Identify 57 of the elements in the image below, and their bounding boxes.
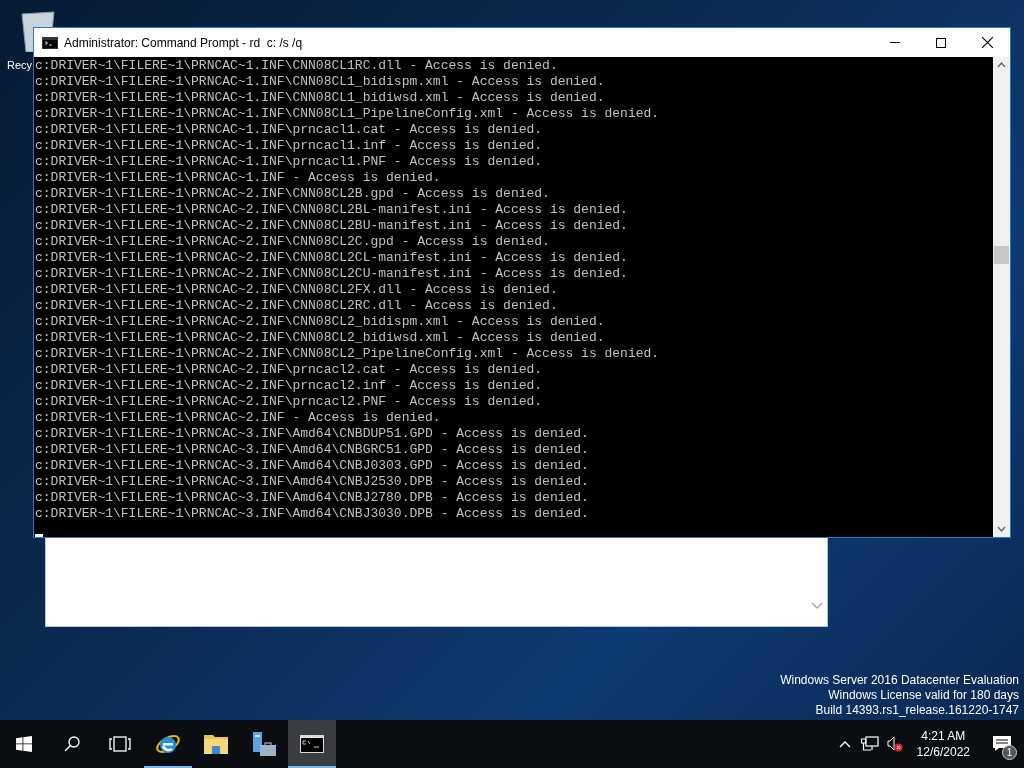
console-line: c:DRIVER~1\FILERE~1\PRNCAC~2.INF\CNN08CL2CU-manifest.ini - Access is denied. (35, 266, 628, 282)
minimize-icon (890, 42, 900, 43)
edition-text: Windows License valid for 180 days (828, 688, 1019, 703)
console-line: c:DRIVER~1\FILERE~1\PRNCAC~3.INF\Amd64\CNBGRC51.GPD - Access is denied. (35, 442, 589, 458)
edition-text: Windows Server 2016 Datacenter Evaluation (780, 673, 1019, 688)
chevron-up-icon[interactable] (838, 740, 851, 748)
console-line: c:DRIVER~1\FILERE~1\PRNCAC~3.INF\Amd64\CNBDUP51.GPD - Access is denied. (35, 426, 589, 442)
console-line: c:DRIVER~1\FILERE~1\PRNCAC~2.INF\prncacl2.inf - Access is denied. (35, 378, 543, 394)
console-line: c:DRIVER~1\FILERE~1\PRNCAC~1.INF\prncacl1.inf - Access is denied. (35, 138, 543, 154)
console-line: c:DRIVER~1\FILERE~1\PRNCAC~1.INF\CNN08CL1_bidispm.xml - Access is denied. (35, 74, 605, 90)
task-view-icon (109, 736, 131, 752)
console-line: c:DRIVER~1\FILERE~1\PRNCAC~3.INF\Amd64\CNBJ3030.DPB - Access is denied. (35, 506, 589, 522)
console-line: c:DRIVER~1\FILERE~1\PRNCAC~2.INF\CNN08CL2FX.dll - Access is denied. (35, 282, 558, 298)
running-indicator (288, 766, 336, 768)
speaker-muted-icon[interactable] (886, 736, 903, 752)
clock-time[interactable]: 4:21 AM (921, 728, 966, 744)
taskbar-button[interactable] (288, 720, 336, 768)
network-icon[interactable] (860, 736, 879, 752)
console-line: c:DRIVER~1\FILERE~1\PRNCAC~2.INF\CNN08CL2CL-manifest.ini - Access is denied. (35, 250, 628, 266)
windows-logo-icon (16, 736, 32, 752)
console-line: c:DRIVER~1\FILERE~1\PRNCAC~2.INF\prncacl2.PNF - Access is denied. (35, 394, 543, 410)
notification-count: 1 (1002, 745, 1017, 760)
console-line: c:DRIVER~1\FILERE~1\PRNCAC~1.INF\CNN08CL1_PipelineConfig.xml - Access is denied. (35, 106, 660, 122)
console-line: c:DRIVER~1\FILERE~1\PRNCAC~2.INF\CNN08CL2RC.dll - Access is denied. (35, 298, 558, 314)
scroll-down-icon[interactable] (997, 526, 1006, 532)
scrollbar[interactable] (993, 57, 1010, 537)
console-line: c:DRIVER~1\FILERE~1\PRNCAC~1.INF - Access is denied. (35, 170, 441, 186)
search-icon (64, 736, 80, 752)
running-indicator (144, 766, 192, 768)
console-app-icon (42, 36, 58, 49)
console-line: c:DRIVER~1\FILERE~1\PRNCAC~2.INF\CNN08CL2BL-manifest.ini - Access is denied. (35, 202, 628, 218)
console-line: c:DRIVER~1\FILERE~1\PRNCAC~3.INF\Amd64\CNBJ2530.DPB - Access is denied. (35, 474, 589, 490)
server-toolbox-icon (251, 731, 277, 757)
console-line: c:DRIVER~1\FILERE~1\PRNCAC~2.INF\prncacl2.cat - Access is denied. (35, 362, 543, 378)
console-line: c:DRIVER~1\FILERE~1\PRNCAC~1.INF\prncacl1.cat - Access is denied. (35, 122, 543, 138)
desktop-icon-label: Recy (7, 58, 33, 72)
console-line: c:DRIVER~1\FILERE~1\PRNCAC~2.INF\CNN08CL2C.gpd - Access is denied. (35, 234, 550, 250)
folder-icon (204, 733, 228, 755)
console-line: c:DRIVER~1\FILERE~1\PRNCAC~2.INF\CNN08CL2_bidiwsd.xml - Access is denied. (35, 330, 605, 346)
console-line: c:DRIVER~1\FILERE~1\PRNCAC~2.INF\CNN08CL2B.gpd - Access is denied. (35, 186, 550, 202)
console-line: c:DRIVER~1\FILERE~1\PRNCAC~2.INF - Access is denied. (35, 410, 441, 426)
console-line: c:DRIVER~1\FILERE~1\PRNCAC~1.INF\CNN08CL1RC.dll - Access is denied. (35, 58, 558, 74)
scrollbar-thumb[interactable] (994, 246, 1009, 264)
command-prompt-icon (300, 735, 324, 753)
maximize-icon (936, 37, 946, 48)
console-line: c:DRIVER~1\FILERE~1\PRNCAC~3.INF\Amd64\CNBJ2780.DPB - Access is denied. (35, 490, 589, 506)
close-icon (981, 37, 993, 48)
console-line: c:DRIVER~1\FILERE~1\PRNCAC~1.INF\CNN08CL1_bidiwsd.xml - Access is denied. (35, 90, 605, 106)
console-line: c:DRIVER~1\FILERE~1\PRNCAC~2.INF\CNN08CL2_bidispm.xml - Access is denied. (35, 314, 605, 330)
console-line: c:DRIVER~1\FILERE~1\PRNCAC~2.INF\CNN08CL2BU-manifest.ini - Access is denied. (35, 218, 628, 234)
edition-text: Build 14393.rs1_release.161220-1747 (815, 703, 1019, 718)
window-title: Administrator: Command Prompt - rd c: /s /q (64, 34, 303, 52)
clock-date[interactable]: 12/6/2022 (916, 744, 970, 760)
console-line: c:DRIVER~1\FILERE~1\PRNCAC~1.INF\prncacl1.PNF - Access is denied. (35, 154, 543, 170)
scroll-up-icon[interactable] (997, 62, 1006, 68)
console-line: c:DRIVER~1\FILERE~1\PRNCAC~2.INF\CNN08CL2_PipelineConfig.xml - Access is denied. (35, 346, 660, 362)
console-line: c:DRIVER~1\FILERE~1\PRNCAC~3.INF\Amd64\CNBJ0303.GPD - Access is denied. (35, 458, 589, 474)
